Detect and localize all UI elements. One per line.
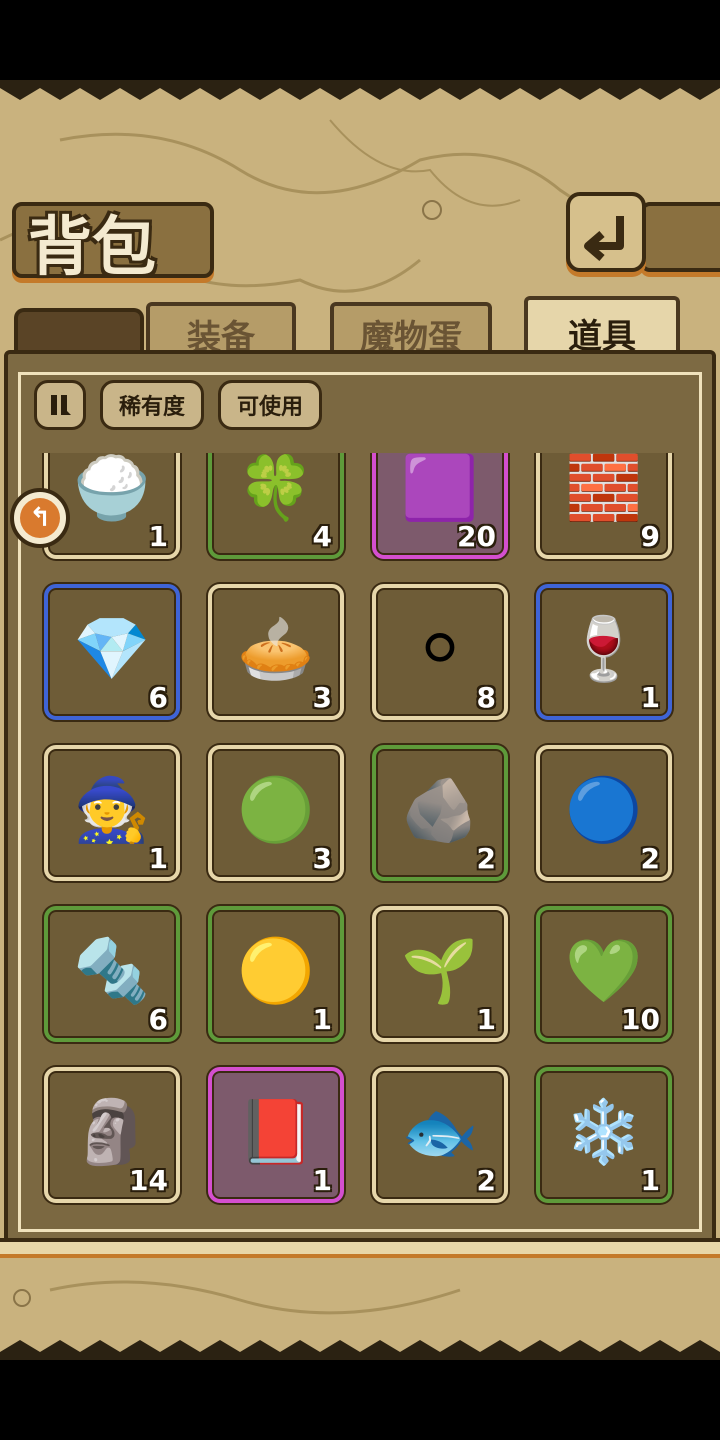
- rarity-filter-button[interactable]: 稀有度: [100, 380, 204, 430]
- item-count: 20: [457, 520, 496, 553]
- return-arrow-icon: [584, 216, 624, 262]
- item-slot[interactable]: 💚 10: [536, 906, 672, 1042]
- game-screen: 背包 装备 魔物蛋 道具 稀有度 可使用 🍚 1 🍀 4 🟪 20 🧱 9 💎 6 🥧 3 ⚪ 8 🍷 1 🧙 1…: [0, 80, 720, 1360]
- item-slot[interactable]: 🪨 2: [372, 745, 508, 881]
- fish-fossil-tablet-icon: 🪨: [401, 773, 479, 847]
- scroll-top-button[interactable]: ↰: [10, 488, 70, 548]
- four-leaf-clover-icon: 🍀: [237, 453, 315, 525]
- scroll-top-arrow-icon: ↰: [20, 498, 60, 538]
- item-count: 4: [312, 520, 332, 553]
- item-slot[interactable]: 🧱 9: [536, 453, 672, 559]
- magic-tome-icon: 📕: [237, 1095, 315, 1169]
- stone-slab-icon: 🗿: [73, 1095, 151, 1169]
- item-count: 6: [148, 1003, 168, 1036]
- item-slot[interactable]: 📕 1: [208, 1067, 344, 1203]
- item-count: 1: [476, 1003, 496, 1036]
- item-slot[interactable]: 🟢 3: [208, 745, 344, 881]
- item-slot[interactable]: 🟡 1: [208, 906, 344, 1042]
- green-crystal-icon: 💚: [565, 934, 643, 1008]
- green-slime-icon: 🟢: [237, 773, 315, 847]
- item-slot[interactable]: 🔩 6: [44, 906, 180, 1042]
- item-slot[interactable]: 🟪 20: [372, 453, 508, 559]
- item-count: 1: [148, 520, 168, 553]
- wizard-hat-icon: 🧙: [73, 773, 151, 847]
- item-count: 1: [640, 681, 660, 714]
- item-count: 1: [312, 1003, 332, 1036]
- item-count: 2: [640, 842, 660, 875]
- item-slot[interactable]: 🐟 2: [372, 1067, 508, 1203]
- item-count: 1: [312, 1164, 332, 1197]
- item-slot[interactable]: 🥧 3: [208, 584, 344, 720]
- pie-crust-icon: 🥧: [237, 612, 315, 686]
- blue-flower-icon: ❄️: [565, 1095, 643, 1169]
- item-slot[interactable]: 🍷 1: [536, 584, 672, 720]
- rainbow-block-icon: 🟪: [401, 453, 479, 525]
- back-button-plate: [640, 202, 720, 272]
- list-toggle-button[interactable]: [34, 380, 86, 430]
- item-count: 1: [640, 1164, 660, 1197]
- soil-sprout-icon: 🌱: [401, 934, 479, 1008]
- page-title: 背包: [28, 210, 156, 285]
- red-gem-icon: 💎: [73, 612, 151, 686]
- iron-ingot-icon: 🔩: [73, 934, 151, 1008]
- item-count: 1: [148, 842, 168, 875]
- item-count: 2: [476, 842, 496, 875]
- item-count: 3: [312, 681, 332, 714]
- dried-fish-icon: 🐟: [401, 1095, 479, 1169]
- item-slot[interactable]: 🌱 1: [372, 906, 508, 1042]
- snowball-icon: ⚪: [414, 612, 466, 686]
- item-slot[interactable]: 🍀 4: [208, 453, 344, 559]
- item-slot[interactable]: ❄️ 1: [536, 1067, 672, 1203]
- stone-blocks-icon: 🧱: [565, 453, 643, 525]
- bottom-zigzag-border: [0, 1340, 720, 1360]
- item-count: 10: [621, 1003, 660, 1036]
- item-slot[interactable]: 🧙 1: [44, 745, 180, 881]
- item-slot[interactable]: 🔵 2: [536, 745, 672, 881]
- item-slot[interactable]: 💎 6: [44, 584, 180, 720]
- item-slot[interactable]: ⚪ 8: [372, 584, 508, 720]
- item-count: 9: [640, 520, 660, 553]
- blue-slime-icon: 🔵: [565, 773, 643, 847]
- item-count: 3: [312, 842, 332, 875]
- white-powder-icon: 🍚: [73, 453, 151, 525]
- usable-filter-button[interactable]: 可使用: [218, 380, 322, 430]
- item-count: 2: [476, 1164, 496, 1197]
- red-wine-goblet-icon: 🍷: [565, 612, 643, 686]
- panel-bottom-bar: [0, 1238, 720, 1258]
- top-zigzag-border: [0, 80, 720, 100]
- back-button[interactable]: [566, 192, 646, 272]
- yellow-slime-icon: 🟡: [237, 934, 315, 1008]
- item-slot[interactable]: 🗿 14: [44, 1067, 180, 1203]
- item-count: 8: [476, 681, 496, 714]
- item-grid: 🍚 1 🍀 4 🟪 20 🧱 9 💎 6 🥧 3 ⚪ 8 🍷 1 🧙 1 🟢 3 🪨 2 🔵 2 🔩 6 🟡 1 🌱 1 💚 10 🗿 14 📕 1 🐟…: [22, 453, 698, 1230]
- pause-list-icon: [51, 395, 71, 415]
- item-count: 6: [148, 681, 168, 714]
- item-count: 14: [129, 1164, 168, 1197]
